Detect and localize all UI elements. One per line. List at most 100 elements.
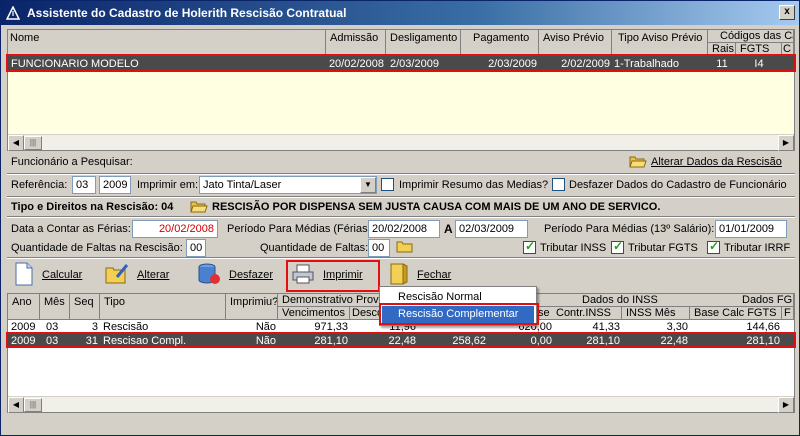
- folder-icon[interactable]: [396, 239, 414, 256]
- col-header-vencimentos[interactable]: Vencimentos: [278, 307, 350, 320]
- cell-admissao: 20/02/2008: [328, 58, 384, 70]
- tipo-descricao: RESCISÃO POR DISPENSA SEM JUSTA CAUSA CO…: [212, 201, 661, 213]
- search-label: Funcionário a Pesquisar:: [11, 156, 133, 168]
- open-folder-icon: [629, 154, 647, 171]
- imprimir-resumo-label: Imprimir Resumo das Medias?: [399, 179, 549, 191]
- close-button[interactable]: x: [779, 5, 795, 20]
- scroll-thumb[interactable]: |||: [24, 398, 42, 412]
- scroll-right-icon[interactable]: ▶: [778, 397, 794, 413]
- alterar-button[interactable]: Alterar: [105, 262, 169, 288]
- col-header-mes[interactable]: Mês: [40, 294, 70, 320]
- periodo-13-label: Período Para Médias (13º Salário):: [544, 223, 715, 235]
- cell-tipo-aviso: 1-Trabalhado: [614, 58, 680, 70]
- scroll-left-icon[interactable]: ◀: [8, 135, 24, 151]
- cell-mes: 03: [46, 321, 59, 333]
- faltas-rescisao-field[interactable]: 00: [186, 239, 206, 257]
- printer-select[interactable]: Jato Tinta/Laser ▼: [199, 176, 377, 194]
- cell-tipo: Rescisão: [103, 321, 149, 333]
- col-header-tipo[interactable]: Tipo: [100, 294, 226, 320]
- col-header-imprimiu[interactable]: Imprimiu?: [226, 294, 278, 320]
- table-row-selected[interactable]: FUNCIONARIO MODELO 20/02/2008 2/03/2009 …: [8, 56, 794, 72]
- col-header-admissao[interactable]: Admissão: [326, 30, 386, 56]
- fechar-button[interactable]: Fechar: [389, 262, 451, 288]
- menu-item-rescisao-normal[interactable]: Rescisão Normal: [382, 289, 534, 306]
- cell-inss-mes: 3,30: [666, 321, 688, 333]
- tributar-inss-checkbox[interactable]: [523, 239, 536, 254]
- alterar-label: Alterar: [137, 269, 170, 281]
- col-header-tipo-aviso[interactable]: Tipo Aviso Prévio: [612, 30, 708, 56]
- col-header-c[interactable]: C: [782, 43, 794, 56]
- periodo-ferias-ate-field[interactable]: 02/03/2009: [455, 220, 528, 238]
- faltas-field[interactable]: 00: [368, 239, 390, 257]
- scroll-left-icon[interactable]: ◀: [8, 397, 24, 413]
- tributar-inss-label: Tributar INSS: [540, 242, 607, 254]
- col-header-pagamento[interactable]: Pagamento: [461, 30, 539, 56]
- col-header-f[interactable]: F: [782, 307, 794, 320]
- document-icon: [14, 262, 34, 289]
- cell-base-fgts: 144,66: [746, 321, 780, 333]
- cell-desligamento: 2/03/2009: [390, 58, 439, 70]
- cell-descontos: 22,48: [388, 335, 416, 347]
- col-header-base-calc-fgts[interactable]: Base Calc FGTS: [690, 307, 782, 320]
- divider: [7, 196, 795, 198]
- col-header-nome[interactable]: Nome: [8, 30, 326, 56]
- periodo-a-label: A: [444, 222, 453, 236]
- data-ferias-field[interactable]: 20/02/2008: [132, 220, 218, 238]
- print-menu: Rescisão Normal Rescisão Complementar: [379, 286, 537, 326]
- horizontal-scrollbar[interactable]: ◀ ||| ▶: [8, 134, 794, 151]
- col-header-dados-fgts[interactable]: Dados FG: [690, 294, 794, 307]
- cell-tipo: Rescisao Compl.: [103, 335, 187, 347]
- cell-aviso-previo: 2/02/2009: [561, 58, 610, 70]
- imprimir-resumo-checkbox[interactable]: [381, 178, 394, 191]
- col-header-aviso-previo[interactable]: Aviso Prévio: [539, 30, 612, 56]
- tributar-irrf-label: Tributar IRRF: [724, 242, 791, 254]
- col-header-codigos[interactable]: Códigos das Ca: [708, 30, 794, 43]
- faltas-rescisao-label: Quantidade de Faltas na Rescisão:: [11, 242, 183, 254]
- imprimir-em-label: Imprimir em:: [137, 179, 199, 191]
- cell-imprimiu: Não: [255, 335, 276, 347]
- printer-select-value: Jato Tinta/Laser: [203, 179, 282, 191]
- imprimir-button[interactable]: Imprimir: [291, 262, 363, 288]
- desfazer-dados-label: Desfazer Dados do Cadastro de Funcionári…: [569, 179, 787, 191]
- desfazer-dados-checkbox[interactable]: [552, 178, 565, 191]
- referencia-mes-field[interactable]: 03: [72, 176, 96, 194]
- horizontal-scrollbar[interactable]: ◀ ||| ▶: [8, 396, 794, 413]
- cell-imprimiu: Não: [255, 321, 276, 333]
- cell-ano: 2009: [11, 335, 36, 347]
- menu-item-rescisao-complementar[interactable]: Rescisão Complementar: [382, 306, 534, 323]
- tipo-label: Tipo e Direitos na Rescisão: 04: [11, 201, 174, 213]
- tributar-fgts-label: Tributar FGTS: [628, 242, 698, 254]
- col-header-inss-mes[interactable]: INSS Mês: [622, 307, 690, 320]
- scroll-right-icon[interactable]: ▶: [778, 135, 794, 151]
- divider: [7, 257, 795, 259]
- col-header-ano[interactable]: Ano: [8, 294, 40, 320]
- desfazer-button[interactable]: Desfazer: [197, 262, 273, 288]
- cell-nome: FUNCIONARIO MODELO: [11, 58, 139, 70]
- title-bar[interactable]: Assistente do Cadastro de Holerith Resci…: [1, 1, 799, 25]
- cell-seq: 3: [91, 321, 98, 333]
- employee-grid[interactable]: Nome Admissão Desligamento Pagamento Avi…: [7, 29, 795, 151]
- data-ferias-label: Data a Contar as Férias:: [11, 223, 131, 235]
- referencia-ano-field[interactable]: 2009: [99, 176, 131, 194]
- col-header-desligamento[interactable]: Desligamento: [386, 30, 461, 56]
- periodo-ferias-de-field[interactable]: 20/02/2008: [368, 220, 440, 238]
- col-header-rais[interactable]: Rais: [708, 43, 736, 56]
- tributar-irrf-checkbox[interactable]: [707, 239, 720, 254]
- faltas-label: Quantidade de Faltas:: [260, 242, 369, 254]
- alterar-dados-button[interactable]: Alterar Dados da Rescisão: [629, 153, 782, 171]
- open-folder-icon[interactable]: [190, 199, 208, 216]
- col-header-fgts[interactable]: FGTS: [736, 43, 782, 56]
- alterar-dados-label: Alterar Dados da Rescisão: [651, 156, 782, 168]
- tributar-fgts-checkbox[interactable]: [611, 239, 624, 254]
- cell-mes: 03: [46, 335, 59, 347]
- col-header-seq[interactable]: Seq: [70, 294, 100, 320]
- periodo-ferias-label: Período Para Médias (Férias):: [227, 223, 375, 235]
- table-row-selected[interactable]: 2009 03 31 Rescisao Compl. Não 281,10 22…: [8, 334, 794, 348]
- imprimir-label: Imprimir: [323, 269, 363, 281]
- scroll-thumb[interactable]: |||: [24, 136, 42, 150]
- chevron-down-icon[interactable]: ▼: [360, 177, 376, 193]
- calcular-button[interactable]: Calcular: [14, 262, 82, 288]
- col-header-contr-inss[interactable]: Contr.INSS: [554, 307, 622, 320]
- periodo-13-field[interactable]: 01/01/2009: [715, 220, 787, 238]
- cell-vencimentos: 281,10: [314, 335, 348, 347]
